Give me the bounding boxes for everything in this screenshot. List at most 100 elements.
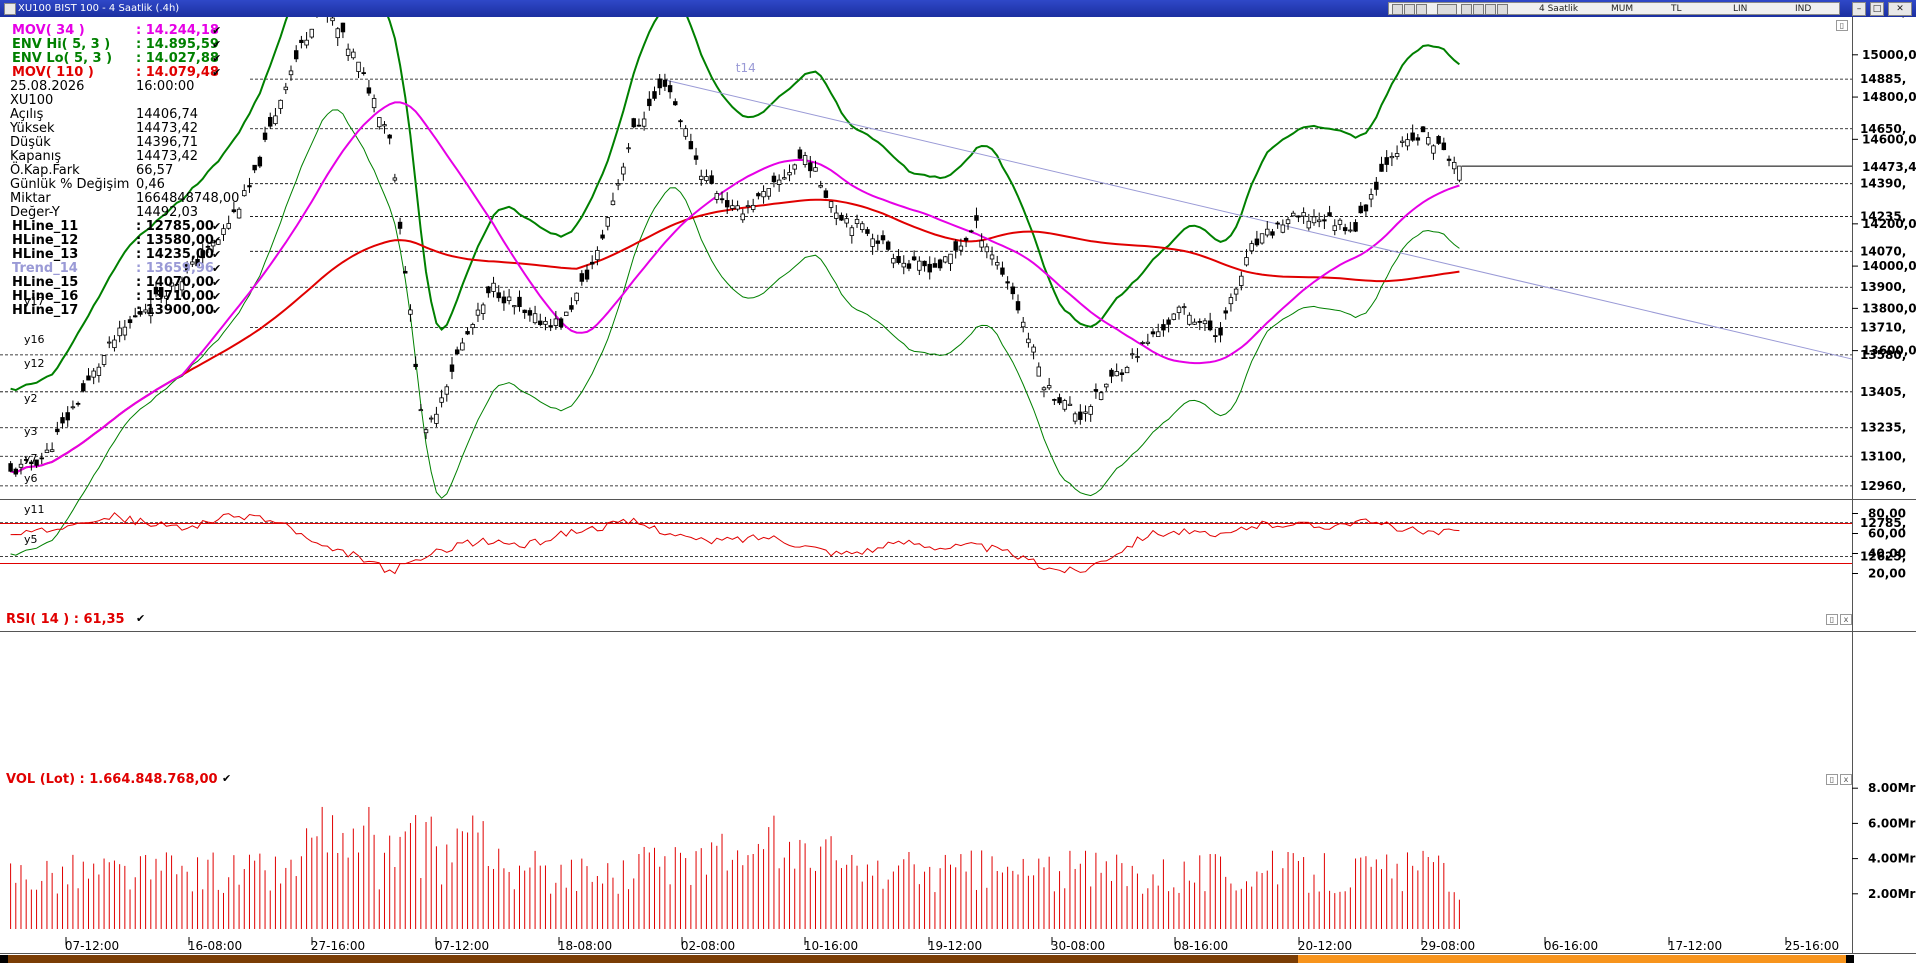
- candle-body: [891, 258, 896, 264]
- legend-check-icon[interactable]: ✔: [212, 290, 221, 304]
- candle-body: [558, 318, 564, 328]
- candle-body: [1348, 229, 1353, 232]
- rsi-tick-label: 60,00: [1868, 527, 1906, 541]
- toolbar-settings-icon[interactable]: [1497, 4, 1508, 15]
- candle-body: [1457, 165, 1462, 181]
- scrollbar-thumb[interactable]: [8, 955, 1298, 963]
- legend-check-icon[interactable]: ✔: [212, 262, 221, 276]
- candle-body: [1394, 153, 1400, 157]
- candle-body: [808, 162, 813, 172]
- candle-body: [1223, 310, 1228, 314]
- candle-body: [1187, 314, 1192, 325]
- toolbar-grid-icon[interactable]: [1392, 4, 1403, 15]
- candle-body: [1015, 301, 1021, 311]
- candle-body: [1000, 267, 1005, 275]
- toolbar-indicators[interactable]: IND: [1795, 3, 1811, 15]
- legend-value: : 13580,00: [136, 233, 214, 248]
- candle-body: [750, 204, 756, 210]
- candle-body: [1109, 369, 1114, 377]
- legend-check-icon[interactable]: ✔: [212, 66, 221, 80]
- toolbar-draw-icon[interactable]: [1461, 4, 1472, 15]
- candle-body: [449, 364, 455, 372]
- candle-body: [532, 313, 538, 324]
- candle-body: [1410, 132, 1415, 141]
- legend-name: HLine_13: [12, 247, 79, 262]
- toolbar-copy-icon[interactable]: [1416, 4, 1427, 15]
- candle-body: [335, 28, 340, 39]
- candle-body: [366, 87, 372, 94]
- candle-body: [797, 149, 803, 159]
- legend-check-icon[interactable]: ✔: [212, 248, 221, 262]
- toolbar-print-icon[interactable]: [1404, 4, 1415, 15]
- legend-value: 14396,71: [136, 135, 199, 150]
- candle-body: [226, 223, 231, 229]
- toolbar-chart-type[interactable]: MUM: [1611, 3, 1633, 15]
- scroll-right-arrow[interactable]: [1846, 955, 1854, 963]
- legend-value: 14492,03: [136, 205, 199, 220]
- legend-check-icon[interactable]: ✔: [212, 234, 221, 248]
- time-tick-label: 19-12:00: [928, 939, 982, 953]
- candle-body: [283, 86, 289, 91]
- time-tick-label: 07-12:00: [435, 939, 489, 953]
- legend-check-icon[interactable]: ✔: [212, 52, 221, 66]
- title-bar: XU100 BIST 100 - 4 Saatlik (.4h) 4 Saatl…: [0, 0, 1916, 17]
- time-tick-label: 16-08:00: [188, 939, 242, 953]
- candle-body: [953, 241, 958, 251]
- candle-body: [1140, 342, 1145, 344]
- candle-body: [340, 22, 346, 33]
- legend-value: : 14.027,88: [136, 51, 219, 66]
- candle-body: [247, 185, 252, 188]
- candle-body: [1239, 275, 1244, 286]
- toolbar-text-icon[interactable]: [1437, 4, 1457, 15]
- toolbar-line-icon[interactable]: [1473, 4, 1484, 15]
- minimize-button[interactable]: –: [1852, 2, 1866, 16]
- maximize-button[interactable]: □: [1870, 2, 1884, 16]
- y-mark-label: y12: [24, 357, 45, 370]
- price-tick-label: 14200,00: [1862, 217, 1916, 231]
- toolbar-scale[interactable]: LIN: [1733, 3, 1747, 15]
- candle-body: [418, 409, 424, 412]
- candle-body: [86, 375, 91, 381]
- time-tick-label: 30-08:00: [1051, 939, 1105, 953]
- candle-body: [39, 457, 44, 460]
- candle-body: [771, 175, 777, 183]
- toolbar-period[interactable]: 4 Saatlik: [1539, 3, 1578, 15]
- legend-check-icon[interactable]: ✔: [212, 304, 221, 318]
- candle-body: [65, 412, 70, 421]
- candle-body: [1098, 392, 1104, 400]
- chart-toolbar: 4 Saatlik MUM TL LIN IND: [1388, 2, 1840, 15]
- time-axis: 07-12:00 16-08:00 27-16:00 07-12:00 18-08:00…: [65, 937, 1839, 953]
- candle-body: [906, 263, 912, 269]
- legend-check-icon[interactable]: ✔: [212, 220, 221, 234]
- chart-canvas[interactable]: t14 15205,14885,14650,14390,14235,14070,…: [0, 17, 1916, 955]
- rsi-panel-close-button[interactable]: x: [1840, 614, 1852, 625]
- legend-name: Değer-Y: [10, 205, 60, 220]
- scroll-left-arrow[interactable]: [0, 955, 8, 963]
- rsi-panel: 80,00 60,00 40,00 20,00: [0, 507, 1906, 581]
- candle-body: [1342, 227, 1348, 232]
- y-marks: y17y16y12y2y3y7y6y11y5: [24, 295, 45, 546]
- legend-check-icon[interactable]: ✔: [212, 24, 221, 38]
- candle-body: [8, 463, 13, 472]
- toolbar-currency[interactable]: TL: [1671, 3, 1682, 15]
- candle-body: [517, 296, 522, 308]
- toolbar-zoom-icon[interactable]: [1485, 4, 1496, 15]
- candle-body: [454, 349, 460, 355]
- volume-panel-close-button[interactable]: x: [1840, 774, 1852, 785]
- candle-body: [70, 406, 76, 409]
- main-panel-restore-button[interactable]: ▯: [1836, 20, 1848, 31]
- candle-body: [1026, 338, 1031, 344]
- candle-body: [740, 213, 746, 221]
- volume-panel-restore-button[interactable]: ▯: [1826, 774, 1838, 785]
- candle-body: [1436, 136, 1441, 144]
- legend-check-icon[interactable]: ✔: [212, 38, 221, 52]
- close-button[interactable]: ✕: [1888, 2, 1912, 16]
- legend-check-icon[interactable]: ✔: [212, 276, 221, 290]
- rsi-panel-restore-button[interactable]: ▯: [1826, 614, 1838, 625]
- candle-body: [974, 215, 979, 221]
- candle-body: [1270, 231, 1275, 236]
- candle-body: [522, 309, 527, 314]
- candle-body: [969, 230, 974, 233]
- candle-body: [1171, 313, 1177, 320]
- candle-body: [860, 223, 865, 231]
